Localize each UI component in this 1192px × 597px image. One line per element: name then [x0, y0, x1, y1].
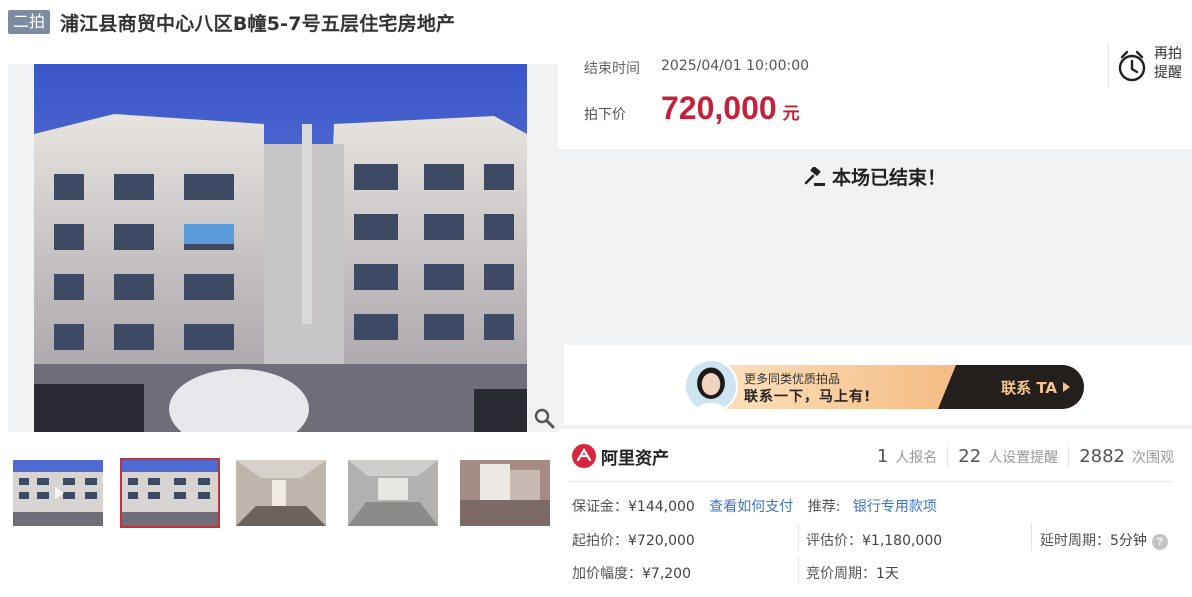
- main-photo[interactable]: [8, 64, 558, 432]
- divider: [568, 481, 1172, 482]
- agent-avatar: [684, 359, 738, 413]
- deposit-label: 保证金：: [572, 499, 628, 515]
- page-title: 浦江县商贸中心八区B幢5-7号五层住宅房地产: [60, 12, 456, 35]
- delay-row: 延时周期：5分钟?: [1040, 530, 1168, 550]
- bid-cycle-row: 竞价周期：1天: [806, 563, 899, 583]
- remind-button[interactable]: 再拍 提醒: [1108, 44, 1192, 88]
- delay-value: 5分钟: [1110, 533, 1147, 549]
- contact-promo-banner[interactable]: 更多同类优质拍品 联系一下，马上有! 联系 TA: [684, 365, 1084, 409]
- end-time-row: 结束时间 2025/04/01 10:00:00: [584, 58, 809, 78]
- brand-name: 阿里资产: [601, 448, 669, 469]
- stat-label: 次围观: [1132, 449, 1174, 466]
- thumb-room-2[interactable]: [348, 460, 438, 526]
- thumb-building[interactable]: [120, 458, 220, 528]
- apartment-building-photo: [34, 64, 527, 432]
- final-price-row: 拍下价 720,000 元: [584, 90, 800, 130]
- zoom-icon[interactable]: [532, 406, 556, 430]
- final-price-label: 拍下价: [584, 107, 626, 123]
- bid-cycle-value: 1天: [876, 566, 899, 582]
- title-bar: 二拍 浦江县商贸中心八区B幢5-7号五层住宅房地产: [8, 8, 455, 36]
- play-icon: [55, 487, 64, 499]
- stat-views: 2882 次围观: [1068, 445, 1184, 467]
- round-badge: 二拍: [8, 10, 51, 34]
- column-divider: [798, 523, 799, 551]
- thumb-room-1[interactable]: [236, 460, 326, 526]
- end-time-value: 2025/04/01 10:00:00: [661, 58, 810, 74]
- column-divider: [1031, 523, 1032, 551]
- increment-row: 加价幅度：¥7,200: [572, 563, 691, 583]
- thumb-video[interactable]: [13, 460, 103, 526]
- thumb-kitchen[interactable]: [460, 460, 550, 526]
- alarm-clock-icon: [1118, 50, 1146, 82]
- start-price-row: 起拍价：¥720,000: [572, 530, 695, 550]
- stat-label: 人设置提醒: [988, 449, 1059, 466]
- stat-number: 1: [876, 445, 889, 467]
- brand-row: 阿里资产: [572, 441, 669, 471]
- bank-payment-link[interactable]: 银行专用款项: [853, 499, 937, 515]
- recommend-label: 推荐:: [807, 499, 841, 515]
- start-price-label: 起拍价：: [572, 533, 628, 549]
- thumbnail-strip: [8, 458, 558, 530]
- final-price-unit: 元: [782, 104, 800, 124]
- bid-cycle-label: 竞价周期：: [806, 566, 876, 582]
- promo-subtitle: 更多同类优质拍品: [744, 372, 841, 386]
- appraisal-value: ¥1,180,000: [862, 533, 943, 549]
- stat-number: 22: [958, 445, 982, 467]
- increment-label: 加价幅度：: [572, 566, 642, 582]
- increment-value: ¥7,200: [642, 566, 691, 582]
- contact-ta-button[interactable]: 联系 TA: [1001, 377, 1070, 398]
- deposit-row: 保证金：¥144,000 查看如何支付 推荐: 银行专用款项: [572, 496, 937, 516]
- how-to-pay-link[interactable]: 查看如何支付: [709, 499, 793, 515]
- appraisal-row: 评估价：¥1,180,000: [806, 530, 942, 550]
- stat-reminders: 22 人设置提醒: [947, 445, 1068, 467]
- auction-info-panel: 结束时间 2025/04/01 10:00:00 再拍 提醒 拍下价 720,0…: [558, 44, 1192, 597]
- delay-label: 延时周期：: [1040, 533, 1110, 549]
- remind-label: 再拍 提醒: [1154, 46, 1182, 81]
- contact-ta-label: 联系 TA: [1001, 379, 1057, 397]
- stat-label: 人报名: [895, 449, 938, 466]
- arrow-right-icon: [1063, 382, 1070, 392]
- stats-row: 1 人报名 22 人设置提醒 2882 次围观: [867, 442, 1184, 470]
- deposit-value: ¥144,000: [628, 499, 695, 515]
- stat-number: 2882: [1079, 445, 1125, 467]
- column-divider: [798, 556, 799, 584]
- final-price-value: 720,000: [661, 90, 777, 126]
- end-time-label: 结束时间: [584, 61, 640, 77]
- promo-headline: 联系一下，马上有!: [744, 389, 872, 405]
- ali-assets-logo-icon: [572, 444, 596, 468]
- appraisal-label: 评估价：: [806, 533, 862, 549]
- auction-status-box: 本场已结束！ 更多同类优质拍品 联系一下，马上有! 联系 TA: [558, 149, 1192, 429]
- auction-status: 本场已结束！: [558, 163, 1192, 190]
- stat-signups: 1 人报名: [867, 446, 947, 467]
- gavel-icon: [804, 167, 825, 186]
- help-icon[interactable]: ?: [1151, 534, 1168, 550]
- start-price-value: ¥720,000: [628, 533, 695, 549]
- auction-status-text: 本场已结束！: [831, 167, 946, 189]
- promo-banner-area: 更多同类优质拍品 联系一下，马上有! 联系 TA: [564, 345, 1192, 425]
